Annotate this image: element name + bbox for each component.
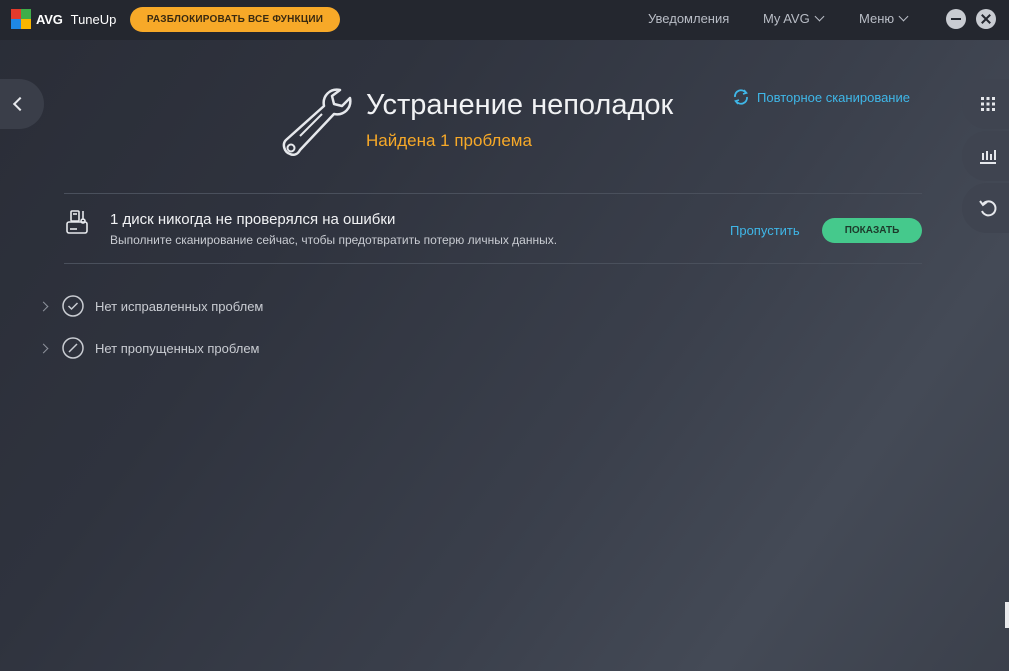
product-name: TuneUp xyxy=(70,11,117,27)
minimize-button[interactable] xyxy=(946,9,966,29)
show-button[interactable]: ПОКАЗАТЬ xyxy=(822,218,922,243)
divider xyxy=(64,263,922,264)
divider xyxy=(64,193,922,194)
skip-link[interactable]: Пропустить xyxy=(730,223,800,238)
skipped-problems-label: Нет пропущенных проблем xyxy=(95,340,260,356)
app-logo: AVG TuneUp xyxy=(11,9,116,29)
notifications-label: Уведомления xyxy=(648,11,730,26)
window-scroll-edge xyxy=(1005,602,1009,628)
refresh-icon xyxy=(734,89,748,105)
issue-description: Выполните сканирование сейчас, чтобы пре… xyxy=(110,233,558,247)
my-avg-label: My AVG xyxy=(763,11,810,26)
disk-check-icon xyxy=(66,210,88,234)
notifications-link[interactable]: Уведомления xyxy=(648,11,729,26)
stats-button[interactable] xyxy=(962,131,1009,181)
chevron-left-icon xyxy=(12,96,28,112)
fixed-problems-row[interactable]: Нет исправленных проблем xyxy=(38,295,264,317)
chevron-right-icon xyxy=(38,301,49,311)
chevron-down-icon xyxy=(814,11,825,22)
rescan-label: Повторное сканирование xyxy=(757,89,910,105)
menu-dropdown[interactable]: Меню xyxy=(859,11,909,26)
menu-label: Меню xyxy=(859,11,895,26)
fixed-problems-label: Нет исправленных проблем xyxy=(95,298,264,314)
page-title: Устранение неполадок xyxy=(366,89,674,121)
check-circle-icon xyxy=(62,295,84,317)
skipped-problems-row[interactable]: Нет пропущенных проблем xyxy=(38,337,260,359)
brand-name: AVG xyxy=(36,11,63,27)
slash-circle-icon xyxy=(62,337,84,359)
problems-found-subtitle: Найдена 1 проблема xyxy=(366,131,532,150)
rescan-link[interactable]: Повторное сканирование xyxy=(732,88,910,106)
chevron-down-icon xyxy=(898,11,909,22)
issue-title: 1 диск никогда не проверялся на ошибки xyxy=(110,211,396,228)
unlock-all-features-button[interactable]: РАЗБЛОКИРОВАТЬ ВСЕ ФУНКЦИИ xyxy=(130,7,340,32)
grid-icon xyxy=(981,97,995,111)
top-bar: AVG TuneUp РАЗБЛОКИРОВАТЬ ВСЕ ФУНКЦИИ Ув… xyxy=(0,0,1009,40)
chevron-right-icon xyxy=(38,343,49,353)
bar-chart-icon xyxy=(980,150,996,164)
wrench-icon xyxy=(282,88,352,157)
back-button[interactable] xyxy=(0,79,44,129)
undo-icon xyxy=(979,200,997,217)
apps-grid-button[interactable] xyxy=(962,79,1009,129)
undo-button[interactable] xyxy=(962,183,1009,233)
avg-logo-icon xyxy=(11,9,31,29)
close-button[interactable] xyxy=(976,9,996,29)
my-avg-dropdown[interactable]: My AVG xyxy=(763,11,825,26)
